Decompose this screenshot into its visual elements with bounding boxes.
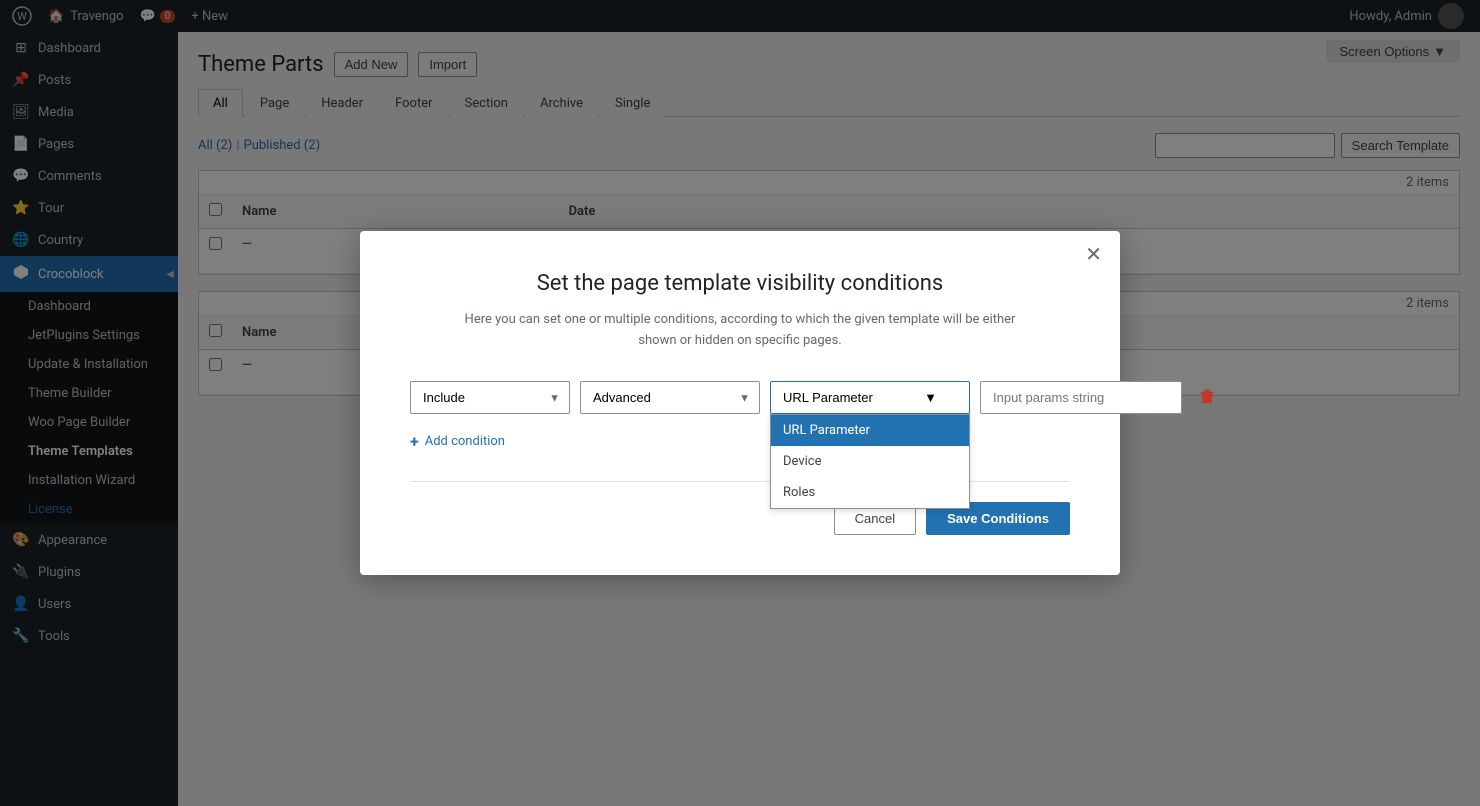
include-select[interactable]: Include — [410, 381, 570, 414]
modal-dialog: ✕ Set the page template visibility condi… — [360, 231, 1120, 576]
add-condition-button[interactable]: + Add condition — [410, 432, 1070, 451]
url-param-label: URL Parameter — [783, 390, 873, 405]
modal-footer: Cancel Save Conditions — [410, 502, 1070, 535]
delete-condition-button[interactable] — [1192, 381, 1222, 416]
add-condition-label: Add condition — [425, 434, 505, 449]
add-icon: + — [410, 432, 419, 451]
modal-title: Set the page template visibility conditi… — [410, 271, 1070, 296]
condition-row: Include ▼ Advanced ▼ URL Parameter ▼ URL… — [410, 381, 1070, 416]
advanced-dropdown-wrap: Advanced ▼ — [580, 381, 760, 414]
modal-subtitle: Here you can set one or multiple conditi… — [410, 310, 1070, 352]
option-roles[interactable]: Roles — [771, 477, 969, 508]
option-url-parameter[interactable]: URL Parameter — [771, 415, 969, 446]
input-params-field[interactable] — [980, 381, 1182, 414]
advanced-select[interactable]: Advanced — [580, 381, 760, 414]
url-param-dropdown: URL Parameter Device Roles — [770, 414, 970, 509]
modal-divider — [410, 481, 1070, 482]
modal-close-button[interactable]: ✕ — [1085, 245, 1102, 265]
url-param-chevron-icon: ▼ — [924, 390, 937, 405]
option-device[interactable]: Device — [771, 446, 969, 477]
url-param-button[interactable]: URL Parameter ▼ — [770, 381, 970, 414]
url-param-wrap: URL Parameter ▼ URL Parameter Device Rol… — [770, 381, 970, 414]
include-dropdown-wrap: Include ▼ — [410, 381, 570, 414]
modal-overlay: ✕ Set the page template visibility condi… — [0, 0, 1480, 806]
